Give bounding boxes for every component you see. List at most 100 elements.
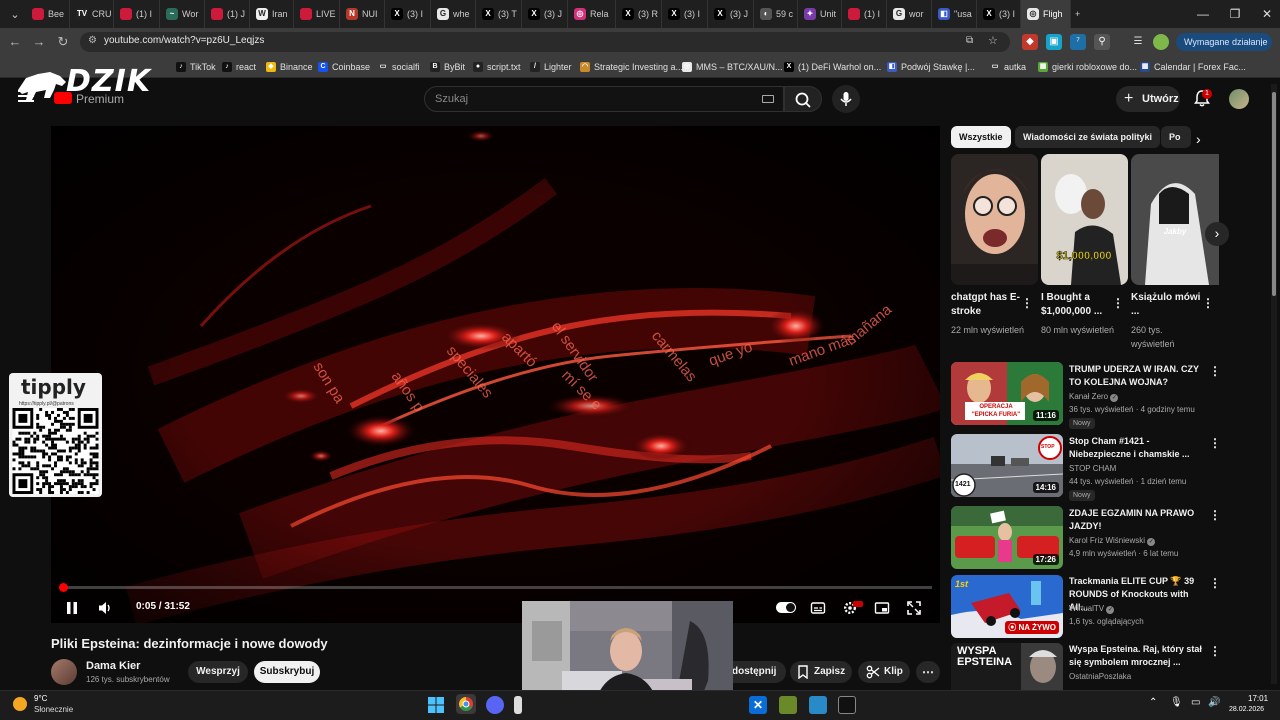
browser-tab[interactable]: X (3) I <box>977 0 1021 28</box>
install-app-icon[interactable]: ⧉ <box>966 35 973 46</box>
rec-2-channel[interactable]: STOP CHAM <box>1069 464 1116 473</box>
channel-name[interactable]: Dama Kier <box>86 660 140 672</box>
create-button[interactable]: + Utwórz <box>1116 86 1180 112</box>
bookmark-item[interactable]: ▭ socialfi <box>378 60 420 74</box>
subtitles-icon[interactable] <box>810 600 826 616</box>
bookmark-item[interactable]: ◎ MMS – BTC/XAU/N... <box>682 60 783 74</box>
chip-politics-news[interactable]: Wiadomości ze świata polityki <box>1015 126 1160 148</box>
fullscreen-icon[interactable] <box>906 600 922 616</box>
rec-5-channel[interactable]: OstatniaPoszlaka <box>1069 672 1131 681</box>
browser-tab[interactable]: X (3) J <box>708 0 754 28</box>
minimize-button[interactable]: — <box>1186 0 1220 28</box>
rec-1-title[interactable]: TRUMP UDERZA W IRAN. CZY TO KOLEJNA WOJN… <box>1069 363 1207 389</box>
weather-temperature[interactable]: 9°C <box>34 694 47 703</box>
chips-next-chevron-icon[interactable]: › <box>1196 131 1201 147</box>
bookmark-star-icon[interactable]: ☆ <box>988 34 998 47</box>
volume-tray-icon[interactable]: 🔊 <box>1208 697 1220 708</box>
profile-avatar[interactable] <box>1153 34 1169 50</box>
rec-5-menu-icon[interactable]: ⋮ <box>1209 644 1221 658</box>
miniplayer-icon[interactable] <box>874 600 890 616</box>
bookmark-item[interactable]: B ByBit <box>430 60 465 74</box>
bookmark-item[interactable]: ◠ Strategic Investing a... <box>580 60 683 74</box>
rec-4-channel[interactable]: WirtualTV ✓ <box>1069 604 1115 614</box>
progress-scrubber-handle[interactable] <box>59 583 68 592</box>
clock-time[interactable]: 17:01 <box>1248 694 1268 703</box>
rec-1-menu-icon[interactable]: ⋮ <box>1209 364 1221 378</box>
app-taskbar-icon-x[interactable]: ✕ <box>749 696 767 714</box>
page-scrollbar-thumb[interactable] <box>1272 92 1276 296</box>
bookmark-item[interactable]: ◆ Binance <box>266 60 313 74</box>
pause-icon[interactable] <box>64 600 80 616</box>
save-button[interactable]: Zapisz <box>790 661 852 683</box>
close-window-button[interactable]: ✕ <box>1250 0 1280 28</box>
browser-tab[interactable]: N NUI <box>340 0 385 28</box>
extension-icon-2[interactable]: ▣ <box>1046 34 1062 50</box>
short-1-title[interactable]: chatgpt has E-stroke <box>951 291 1027 319</box>
browser-tab[interactable]: Gwor <box>887 0 932 28</box>
subscribe-button[interactable]: Subskrybuj <box>254 661 320 683</box>
clock-date[interactable]: 28.02.2026 <box>1229 706 1264 713</box>
more-actions-button[interactable]: ⋯ <box>916 661 940 683</box>
short-2-menu-icon[interactable]: ⋮ <box>1112 296 1124 310</box>
browser-tab[interactable]: Bee <box>26 0 70 28</box>
extensions-puzzle-icon[interactable]: ⚲ <box>1094 34 1110 50</box>
reload-button[interactable]: ↻ <box>54 33 72 51</box>
bookmark-item[interactable]: ♪ TikTok <box>176 60 216 74</box>
browser-tab[interactable]: LIVE <box>294 0 340 28</box>
rec-1-thumbnail[interactable]: OPERACJA "EPICKA FURIA" 11:16 <box>951 362 1063 425</box>
bookmark-item[interactable]: ▭ autka <box>990 60 1026 74</box>
network-tray-icon[interactable]: ▭ <box>1191 697 1200 708</box>
rec-1-channel[interactable]: Kanał Zero ✓ <box>1069 392 1119 402</box>
extension-icon-3[interactable]: ⁷ <box>1070 34 1086 50</box>
rec-2-title[interactable]: Stop Cham #1421 - Niebezpieczne i chamsk… <box>1069 435 1207 461</box>
app-taskbar-icon-game[interactable] <box>779 696 797 714</box>
browser-tab[interactable]: X (3) I <box>662 0 708 28</box>
forward-button[interactable]: → <box>30 33 48 51</box>
browser-tab[interactable]: ✦ Unit <box>798 0 842 28</box>
chrome-taskbar-icon[interactable] <box>456 694 476 714</box>
autoplay-toggle[interactable] <box>776 602 796 613</box>
browser-tab[interactable]: (1) I <box>114 0 160 28</box>
browser-tab[interactable]: ◎ Fligh <box>1021 0 1071 28</box>
search-input[interactable]: Szukaj <box>424 86 784 112</box>
browser-tab[interactable]: ◎ Rela <box>568 0 616 28</box>
bookmark-item[interactable]: ◧ Podwój Stawkę |... <box>887 60 975 74</box>
clip-button[interactable]: Klip <box>858 661 910 683</box>
rec-4-menu-icon[interactable]: ⋮ <box>1209 576 1221 590</box>
rec-4-thumbnail[interactable]: 1st ⦿ NA ŻYWO <box>951 575 1063 638</box>
channel-avatar[interactable] <box>51 659 77 685</box>
browser-tab[interactable]: (1) J <box>205 0 250 28</box>
short-1-menu-icon[interactable]: ⋮ <box>1021 296 1033 310</box>
progress-bar-track[interactable] <box>60 586 932 589</box>
support-button[interactable]: Wesprzyj <box>188 661 248 683</box>
browser-tab[interactable]: X (3) I <box>385 0 431 28</box>
notepad-taskbar-icon[interactable] <box>809 696 827 714</box>
rec-3-menu-icon[interactable]: ⋮ <box>1209 508 1221 522</box>
extension-icon-1[interactable]: ◆ <box>1022 34 1038 50</box>
bookmark-item[interactable]: ▦ Calendar | Forex Fac... <box>1140 60 1246 74</box>
browser-tab[interactable]: Gwhe <box>431 0 476 28</box>
browser-tab[interactable]: ~ Wor <box>160 0 205 28</box>
voice-search-button[interactable] <box>832 85 860 113</box>
chip-all[interactable]: Wszystkie <box>951 126 1011 148</box>
reading-list-icon[interactable]: ☰ <box>1130 34 1146 50</box>
address-bar[interactable]: ⚙ youtube.com/watch?v=pz6U_Leqjzs ⧉ ☆ <box>80 32 1010 52</box>
required-action-button[interactable]: Wymagane działanie ⋮ <box>1176 33 1272 51</box>
shorts-next-button[interactable]: › <box>1205 222 1229 246</box>
account-avatar[interactable] <box>1229 89 1249 109</box>
discord-taskbar-icon[interactable] <box>486 696 504 714</box>
sun-icon[interactable] <box>13 697 27 711</box>
keyboard-icon[interactable] <box>762 95 774 103</box>
weather-description[interactable]: Słonecznie <box>34 705 73 714</box>
new-tab-button[interactable]: + <box>1071 0 1093 28</box>
short-thumbnail-2[interactable]: $1,000,000 <box>1041 154 1128 285</box>
bookmark-item[interactable]: C Coinbase <box>318 60 370 74</box>
youtube-logo[interactable]: DZIK Premium <box>10 62 178 110</box>
rec-2-thumbnail[interactable]: STOP 1421 14:16 <box>951 434 1063 497</box>
bookmark-item[interactable]: ● script.txt <box>473 60 521 74</box>
rec-5-title[interactable]: Wyspa Epsteina. Raj, który stał się symb… <box>1069 643 1207 669</box>
browser-tab[interactable]: X (3) J <box>522 0 568 28</box>
rec-3-title[interactable]: ZDAJE EGZAMIN NA PRAWO JAZDY! <box>1069 507 1207 533</box>
short-3-menu-icon[interactable]: ⋮ <box>1202 296 1214 310</box>
browser-tab[interactable]: (1) I <box>842 0 887 28</box>
